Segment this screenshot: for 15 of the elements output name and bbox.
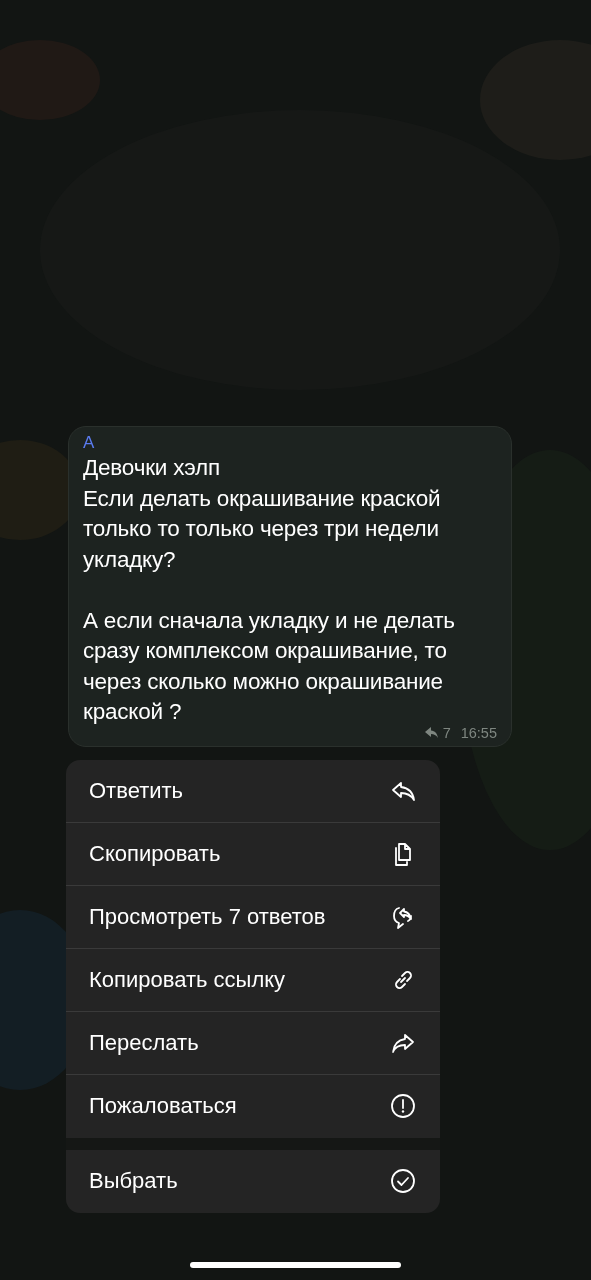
menu-item[interactable]: Копировать ссылку: [66, 948, 440, 1012]
warning-icon: [390, 1093, 416, 1119]
menu-item[interactable]: Ответить: [66, 759, 440, 823]
home-indicator[interactable]: [190, 1262, 401, 1268]
checkmark-icon: [390, 1168, 416, 1194]
menu-item[interactable]: Выбрать: [66, 1149, 440, 1213]
menu-item[interactable]: Скопировать: [66, 822, 440, 886]
sender-name: A: [83, 433, 95, 453]
reply-count: 7: [442, 724, 451, 741]
menu-item[interactable]: Переслать: [66, 1011, 440, 1075]
message-text: Девочки хэлп Если делать окрашивание краской только то только через три недели укладку? А если сначала укладку и не делать сразу комплексом окрашивание, то через сколько можно окрашивание краской ?: [83, 454, 456, 726]
reply-icon: [424, 727, 439, 738]
menu-item[interactable]: Пожаловаться: [66, 1074, 440, 1138]
menu-item[interactable]: Просмотреть 7 ответов: [66, 885, 440, 949]
message-time: 16:55: [460, 724, 497, 741]
